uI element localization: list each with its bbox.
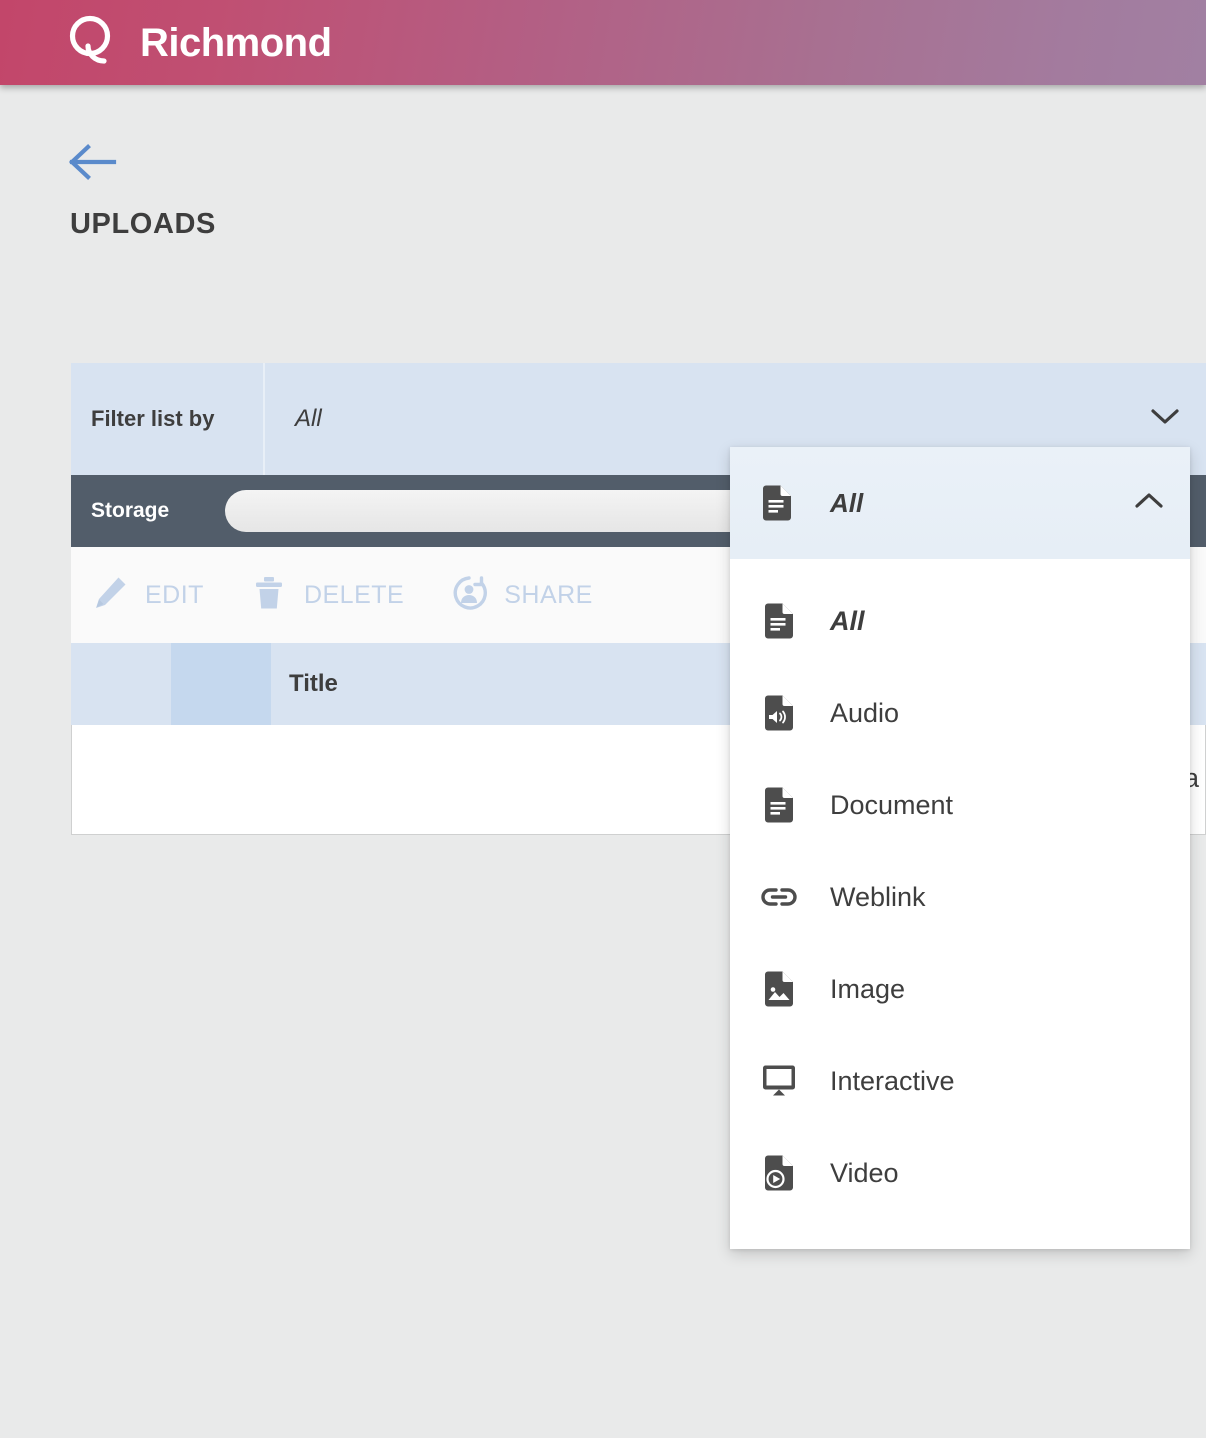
dropdown-option-label: Image bbox=[830, 973, 906, 1004]
dropdown-option-label: Audio bbox=[830, 697, 900, 728]
delete-label: DELETE bbox=[303, 580, 405, 609]
dropdown-option-all[interactable]: All bbox=[730, 575, 1190, 667]
video-file-icon bbox=[760, 1154, 798, 1192]
storage-label: Storage bbox=[91, 499, 170, 522]
dropdown-option-audio[interactable]: Audio bbox=[730, 667, 1190, 759]
dropdown-option-label: Interactive bbox=[830, 1065, 955, 1096]
document-icon bbox=[760, 484, 798, 522]
table-header-icon-column bbox=[171, 643, 271, 725]
filter-type-dropdown: All All Audio Document Weblink Image Int… bbox=[730, 447, 1190, 1249]
back-button[interactable] bbox=[68, 140, 118, 184]
app-header: Richmond bbox=[0, 0, 1206, 85]
arrow-left-icon bbox=[68, 144, 118, 188]
dropdown-selected-label: All bbox=[830, 487, 864, 518]
person-share-icon bbox=[450, 574, 488, 617]
edit-button[interactable]: EDIT bbox=[91, 574, 204, 617]
brand-name: Richmond bbox=[140, 20, 332, 65]
dropdown-option-document[interactable]: Document bbox=[730, 759, 1190, 851]
chevron-down-icon bbox=[1150, 408, 1180, 431]
link-icon bbox=[760, 884, 798, 910]
monitor-icon bbox=[760, 1064, 798, 1098]
brand[interactable]: Richmond bbox=[62, 12, 332, 74]
share-button[interactable]: SHARE bbox=[450, 574, 593, 617]
filter-select-value: All bbox=[295, 405, 322, 432]
richmond-r-logo-icon bbox=[62, 12, 124, 74]
dropdown-option-label: Document bbox=[830, 789, 954, 820]
document-icon bbox=[760, 786, 798, 824]
dropdown-option-label: Weblink bbox=[830, 881, 926, 912]
dropdown-options-list: All Audio Document Weblink Image Interac… bbox=[730, 559, 1190, 1249]
delete-button[interactable]: DELETE bbox=[250, 574, 404, 617]
page-body: UPLOADS Filter list by All Storage EDIT … bbox=[0, 85, 1206, 1438]
page-title: UPLOADS bbox=[70, 208, 216, 240]
pencil-icon bbox=[91, 574, 129, 617]
dropdown-option-interactive[interactable]: Interactive bbox=[730, 1035, 1190, 1127]
share-label: SHARE bbox=[504, 580, 593, 609]
dropdown-option-image[interactable]: Image bbox=[730, 943, 1190, 1035]
trash-icon bbox=[250, 574, 288, 617]
audio-file-icon bbox=[760, 694, 798, 732]
dropdown-option-label: Video bbox=[830, 1157, 899, 1188]
image-file-icon bbox=[760, 970, 798, 1008]
document-icon bbox=[760, 602, 798, 640]
dropdown-option-label: All bbox=[830, 605, 865, 636]
dropdown-option-weblink[interactable]: Weblink bbox=[730, 851, 1190, 943]
dropdown-selected-value[interactable]: All bbox=[730, 447, 1190, 559]
dropdown-option-video[interactable]: Video bbox=[730, 1127, 1190, 1219]
table-header-checkbox-column[interactable] bbox=[71, 643, 171, 725]
chevron-up-icon[interactable] bbox=[1134, 492, 1164, 515]
filter-list-by-label: Filter list by bbox=[71, 363, 265, 475]
edit-label: EDIT bbox=[145, 580, 204, 609]
